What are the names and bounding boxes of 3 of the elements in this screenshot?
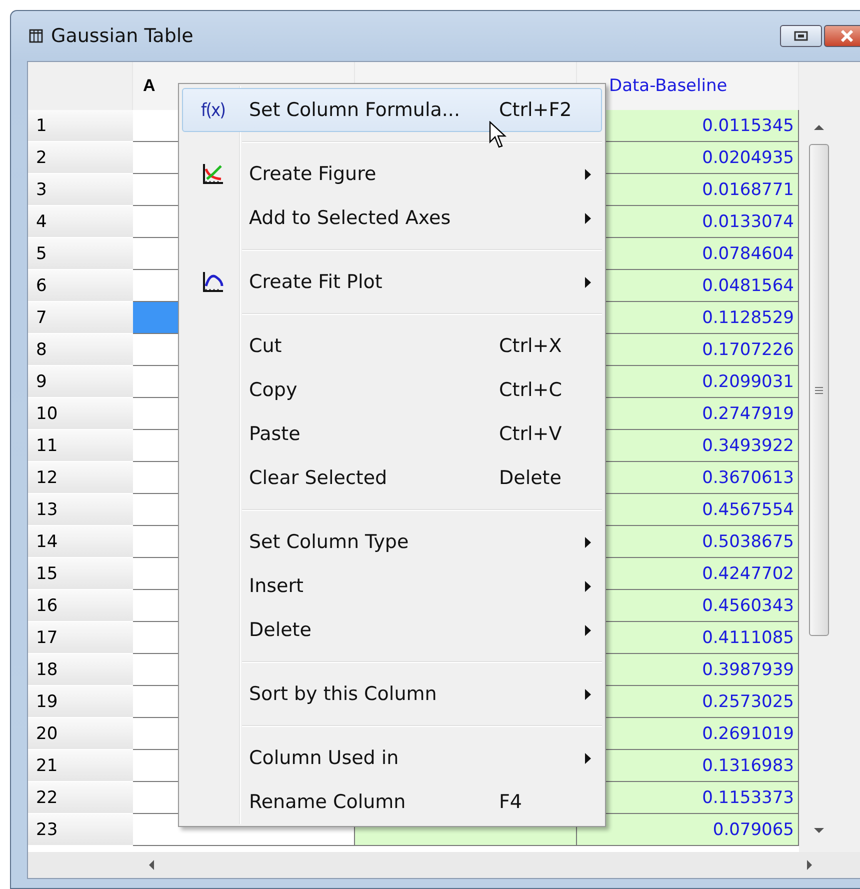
table-cell: 0.079065 xyxy=(577,814,799,846)
window-title: Gaussian Table xyxy=(51,25,194,47)
formula-icon: f(x) xyxy=(201,100,225,120)
